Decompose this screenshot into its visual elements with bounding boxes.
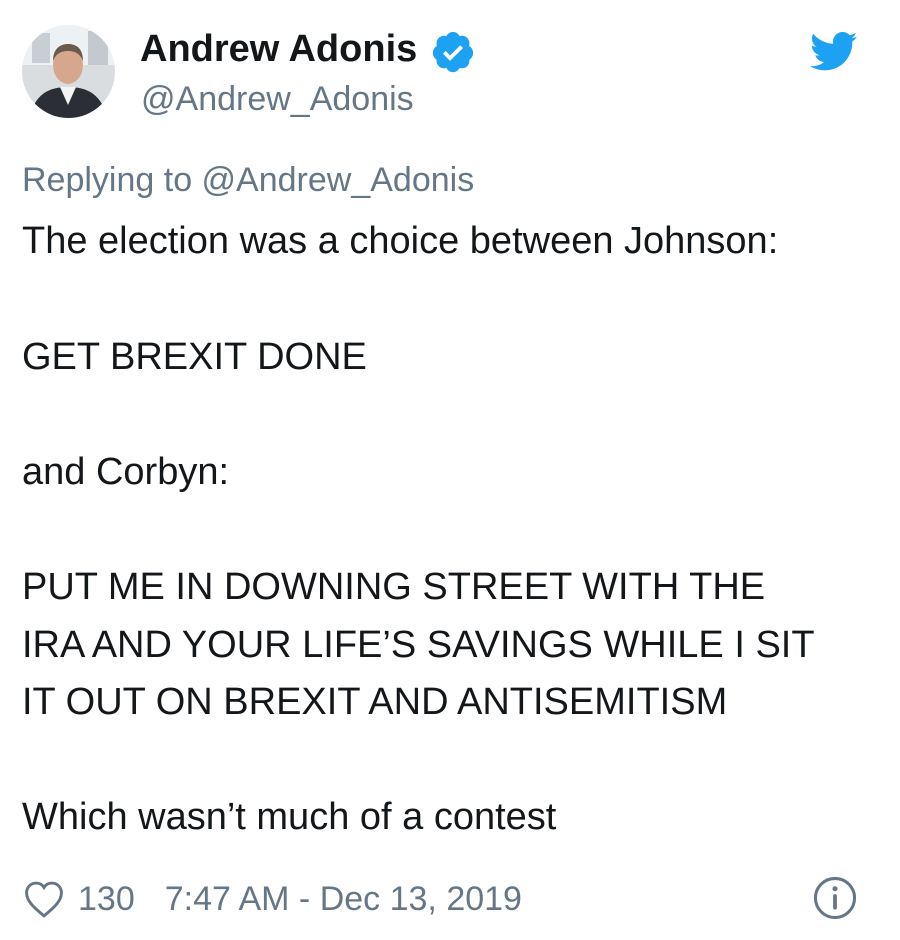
tweet-text-line: The election was a choice between Johnso… — [22, 220, 779, 262]
author-display-name[interactable]: Andrew Adonis — [140, 26, 417, 72]
tweet-text-line: IT OUT ON BREXIT AND ANTISEMITISM — [22, 681, 728, 723]
like-count[interactable]: 130 — [78, 880, 135, 919]
tweet-timestamp[interactable]: 7:47 AM - Dec 13, 2019 — [165, 880, 522, 919]
verified-badge-icon — [432, 31, 474, 73]
replying-to-text[interactable]: Replying to @Andrew_Adonis — [22, 158, 474, 202]
author-handle[interactable]: @Andrew_Adonis — [141, 78, 414, 120]
author-avatar[interactable] — [22, 25, 115, 118]
tweet-text-line: GET BREXIT DONE — [22, 336, 367, 378]
info-icon[interactable] — [812, 875, 858, 921]
twitter-bird-icon[interactable] — [810, 32, 858, 72]
tweet-text-line: and Corbyn: — [22, 451, 230, 493]
heart-icon[interactable] — [22, 877, 66, 921]
tweet-text-line: Which wasn’t much of a contest — [22, 796, 557, 838]
tweet-footer: 130 7:47 AM - Dec 13, 2019 — [22, 875, 522, 923]
profile-photo — [22, 25, 115, 118]
tweet-text-line: IRA AND YOUR LIFE’S SAVINGS WHILE I SIT — [22, 624, 815, 666]
tweet-card: Andrew Adonis @Andrew_Adonis Replying to… — [0, 0, 900, 940]
tweet-text-line: PUT ME IN DOWNING STREET WITH THE — [22, 566, 766, 608]
